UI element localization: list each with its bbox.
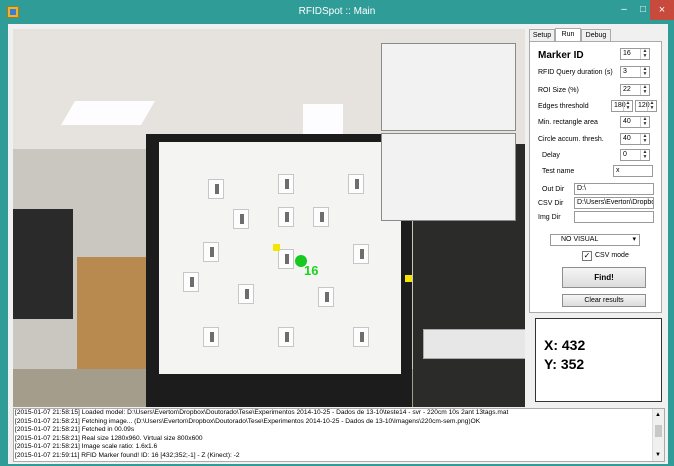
minimize-button[interactable]: – <box>612 0 636 20</box>
rfid-tag <box>278 327 294 347</box>
title-bar[interactable]: RFIDSpot :: Main – □ × <box>0 0 674 24</box>
spin-arrows-icon[interactable]: ▲ ▼ <box>640 134 649 144</box>
scroll-down-icon[interactable]: ▼ <box>655 451 661 460</box>
chevron-down-icon: ▾ <box>632 236 636 243</box>
rfid-tag <box>203 327 219 347</box>
rfid-tag <box>238 284 254 304</box>
rfid-tag <box>208 179 224 199</box>
circle-accum-value: 40 <box>623 135 631 142</box>
rfid-query-field[interactable]: 3 ▲ ▼ <box>620 66 650 78</box>
rfid-tag <box>278 207 294 227</box>
log-line: [2015-01-07 21:59:11] RFID Marker found!… <box>15 451 240 459</box>
scroll-thumb[interactable] <box>655 425 662 437</box>
tab-strip: Setup Run Debug <box>529 28 668 42</box>
delay-field[interactable]: 0 ▲ ▼ <box>620 149 650 161</box>
preview-panels <box>381 43 519 237</box>
log-scrollbar[interactable]: ▲ ▼ <box>652 409 664 461</box>
rfid-query-value: 3 <box>623 68 627 75</box>
min-rect-area-field[interactable]: 40 ▲ ▼ <box>620 116 650 128</box>
delay-label: Delay <box>542 152 560 159</box>
log-line: [2015-01-07 21:58:15] Loaded model: D:\U… <box>15 409 509 416</box>
rfid-tag <box>353 244 369 264</box>
roi-size-label: ROI Size (%) <box>538 87 579 94</box>
visual-mode-value: NO VISUAL <box>561 236 599 243</box>
spin-arrows-icon[interactable]: ▲ ▼ <box>640 117 649 127</box>
find-button[interactable]: Find! <box>562 267 646 288</box>
test-name-label: Test name <box>542 168 575 175</box>
rfid-tag <box>278 249 294 269</box>
scroll-up-icon[interactable]: ▲ <box>655 411 661 420</box>
spin-arrows-icon[interactable]: ▲ ▼ <box>640 49 649 59</box>
marker-id-label: Marker ID <box>538 50 584 61</box>
roi-size-value: 22 <box>623 86 631 93</box>
marker-id-overlay: 16 <box>304 263 319 278</box>
rfid-tag <box>353 327 369 347</box>
x-coordinate: X: 432 <box>544 337 586 353</box>
edges-threshold-field-1[interactable]: 180 ▲ ▼ <box>611 100 633 112</box>
log-line: [2015-01-07 21:58:21] Real size 1280x960… <box>15 434 203 442</box>
rfid-tag <box>278 174 294 194</box>
window-title: RFIDSpot :: Main <box>298 6 376 17</box>
clear-results-button[interactable]: Clear results <box>562 294 646 307</box>
min-rect-area-value: 40 <box>623 118 631 125</box>
csv-mode-checkbox[interactable]: ✓ <box>582 251 592 261</box>
img-dir-label: Img Dir <box>538 214 561 221</box>
monitor-screen <box>13 209 73 319</box>
spin-arrows-icon[interactable]: ▲ ▼ <box>640 67 649 77</box>
out-dir-input[interactable]: D:\ <box>574 183 654 195</box>
tab-debug[interactable]: Debug <box>581 29 611 41</box>
log-line: [2015-01-07 21:58:21] Fetched in 00.09s <box>15 426 135 433</box>
min-rect-area-label: Min. rectangle area <box>538 119 598 126</box>
marker-id-field[interactable]: 16 ▲ ▼ <box>620 48 650 60</box>
rfid-query-label: RFID Query duration (s) <box>538 69 613 76</box>
spin-arrows-icon[interactable]: ▲ ▼ <box>640 150 649 160</box>
csv-dir-input[interactable]: D:\Users\Everton\Dropbo <box>574 197 654 209</box>
csv-mode-label: CSV mode <box>595 252 629 259</box>
roi-preview-bottom <box>381 133 516 221</box>
test-name-input[interactable]: x <box>613 165 653 177</box>
client-area: 16 Setup Run Debug Marker ID 16 ▲ ▼ RFID Q… <box>8 24 668 464</box>
roi-preview-top <box>381 43 516 131</box>
tab-setup[interactable]: Setup <box>529 29 555 41</box>
ceiling-light <box>61 101 155 125</box>
y-coordinate: Y: 352 <box>544 356 585 372</box>
marker-id-value: 16 <box>623 50 631 57</box>
spin-arrows-icon[interactable]: ▲ ▼ <box>623 101 632 111</box>
main-window: RFIDSpot :: Main – □ × 16 Setup Run Debu… <box>0 0 674 466</box>
rfid-tag <box>233 209 249 229</box>
camera-view[interactable]: 16 <box>13 29 525 407</box>
rfid-tag <box>313 207 329 227</box>
visual-mode-select[interactable]: NO VISUAL ▾ <box>550 234 640 246</box>
log-line: [2015-01-07 21:58:21] Fetching image... … <box>15 417 481 425</box>
out-dir-label: Out Dir <box>542 186 565 193</box>
img-dir-input[interactable] <box>574 211 654 223</box>
run-panel: Marker ID 16 ▲ ▼ RFID Query duration (s) 3… <box>529 41 662 313</box>
circle-accum-field[interactable]: 40 ▲ ▼ <box>620 133 650 145</box>
close-button[interactable]: × <box>650 0 674 20</box>
csv-dir-label: CSV Dir <box>538 200 564 207</box>
rfid-tag <box>183 272 199 292</box>
ceiling-light <box>303 104 343 134</box>
delay-value: 0 <box>623 151 627 158</box>
detected-marker-square <box>273 244 280 251</box>
maximize-button[interactable]: □ <box>636 0 650 20</box>
edges-threshold-label: Edges threshold <box>538 103 589 110</box>
spin-arrows-icon[interactable]: ▲ ▼ <box>647 101 656 111</box>
roi-size-field[interactable]: 22 ▲ ▼ <box>620 84 650 96</box>
log-line: [2015-01-07 21:58:21] Image scale ratio:… <box>15 443 158 450</box>
tab-run[interactable]: Run <box>555 28 581 42</box>
edges-threshold-field-2[interactable]: 120 ▲ ▼ <box>635 100 657 112</box>
rfid-tag <box>318 287 334 307</box>
rfid-tag <box>348 174 364 194</box>
circle-accum-label: Circle accum. thresh. <box>538 136 604 143</box>
spin-arrows-icon[interactable]: ▲ ▼ <box>640 85 649 95</box>
conveyor-belt <box>423 329 525 359</box>
detected-marker-square <box>405 275 412 282</box>
log-output[interactable]: [2015-01-07 21:58:15] Loaded model: D:\U… <box>13 408 665 462</box>
coordinates-box: X: 432 Y: 352 <box>535 318 662 402</box>
rfid-tag <box>203 242 219 262</box>
